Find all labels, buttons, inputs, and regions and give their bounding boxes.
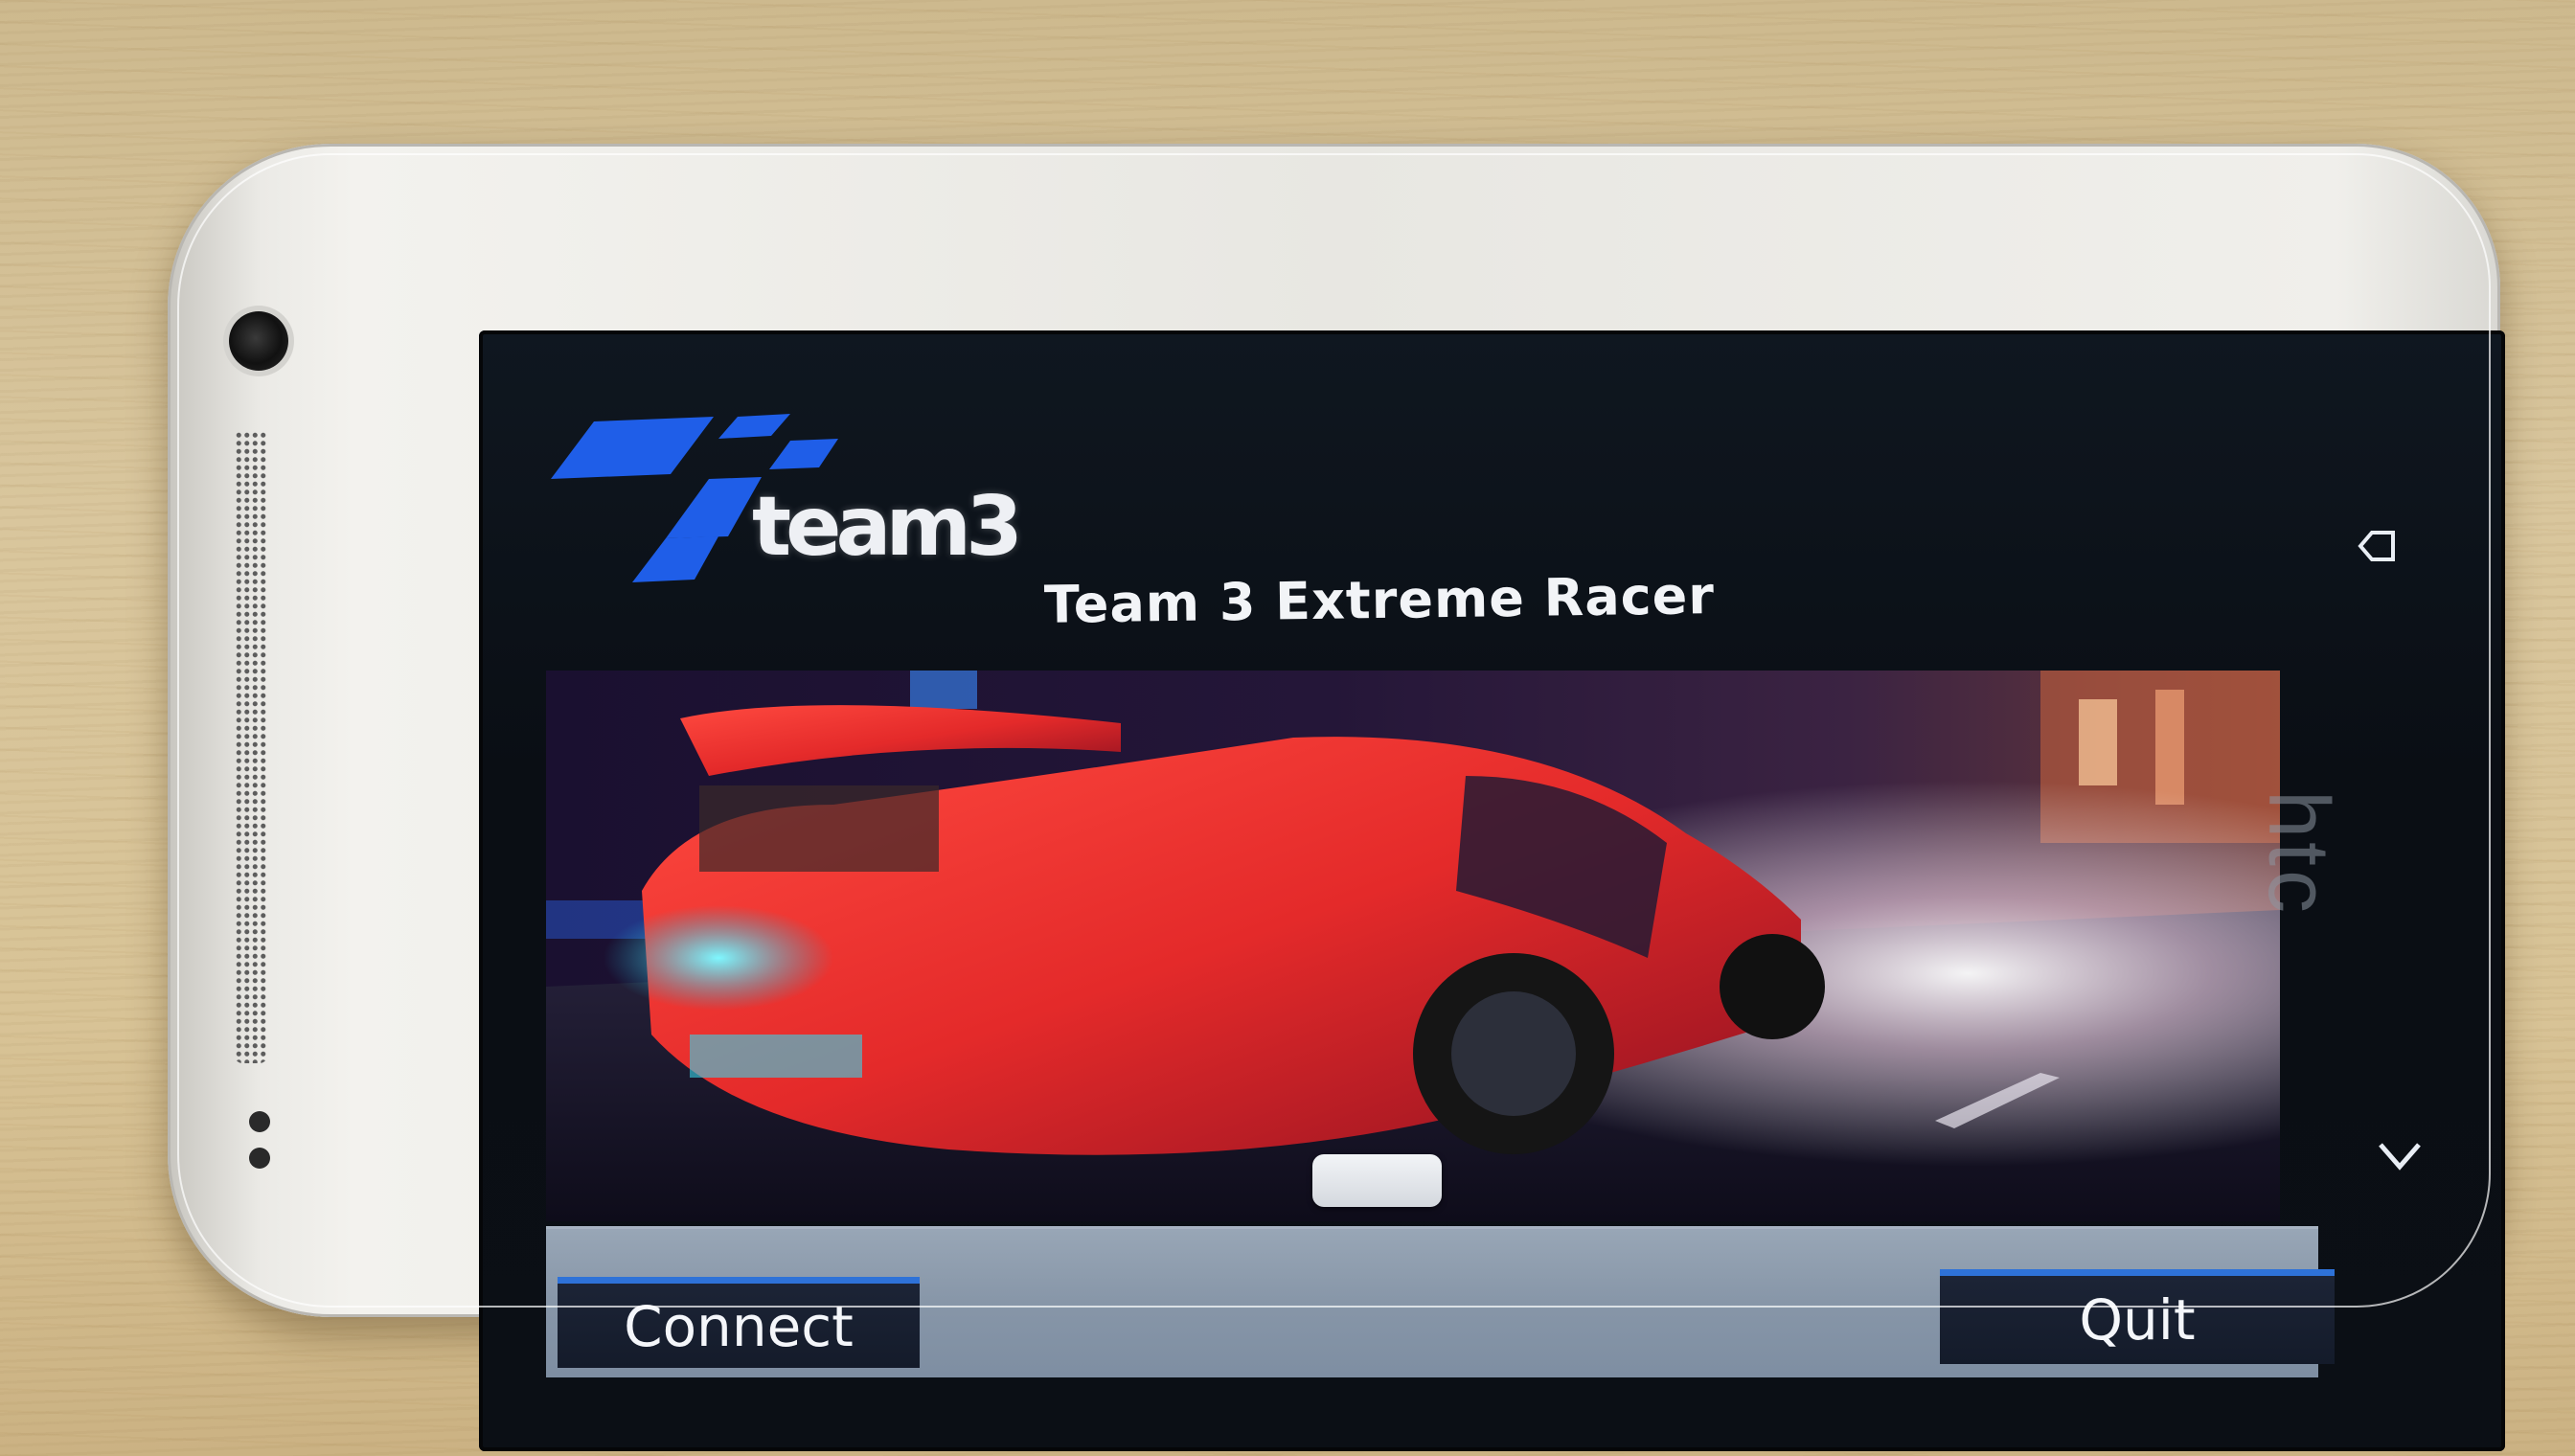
phone-device: team3 Team 3 Extreme Racer Connect Quit … bbox=[168, 144, 2505, 1451]
bottom-button-bar: Connect Quit bbox=[546, 1226, 2335, 1377]
back-icon[interactable] bbox=[2347, 527, 2404, 565]
sensor-dot bbox=[249, 1111, 270, 1132]
chevron-down-icon[interactable] bbox=[2371, 1130, 2428, 1178]
checkered-flag-icon bbox=[551, 402, 1011, 613]
app-title: Team 3 Extreme Racer bbox=[1043, 565, 1716, 635]
hero-car-image bbox=[546, 671, 2280, 1221]
speaker-grille-left bbox=[235, 431, 267, 1063]
quit-button[interactable]: Quit bbox=[1940, 1269, 2335, 1364]
front-camera bbox=[229, 311, 288, 371]
htc-brand-logo: htc bbox=[2250, 790, 2346, 918]
page-indicator[interactable] bbox=[1312, 1154, 1442, 1207]
speaker-grille-right bbox=[2313, 369, 2352, 1044]
sensor-dot bbox=[249, 1148, 270, 1169]
connect-button[interactable]: Connect bbox=[558, 1277, 920, 1368]
team3-logo-text: team3 bbox=[752, 479, 1023, 575]
app-screen: team3 Team 3 Extreme Racer Connect Quit … bbox=[479, 330, 2505, 1451]
